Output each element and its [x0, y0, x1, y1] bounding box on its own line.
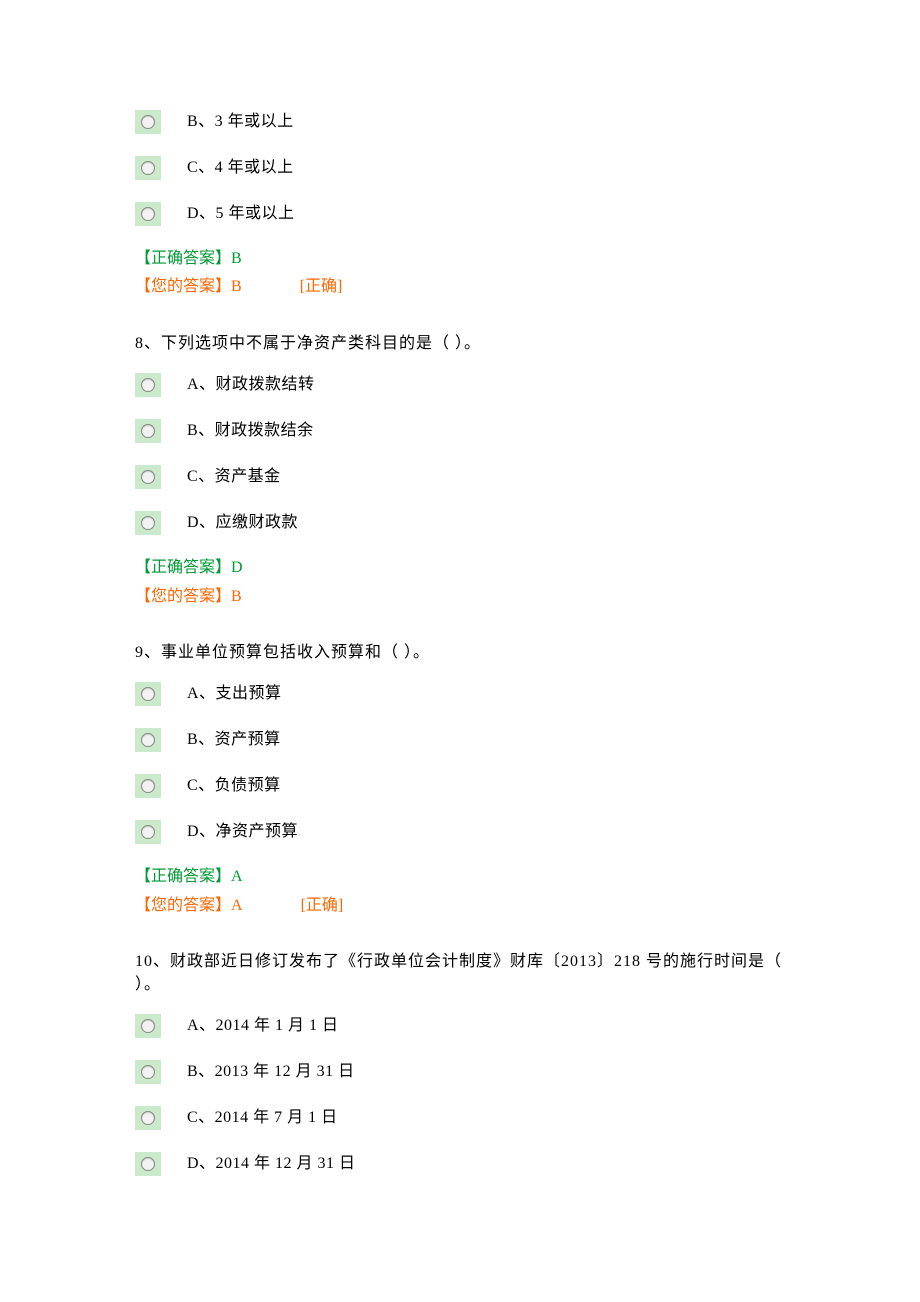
option-text: D、净资产预算 [187, 821, 298, 843]
your-label: 【您的答案】 [135, 897, 231, 914]
q7-option-d[interactable]: D、5 年或以上 [135, 202, 785, 226]
q8-option-b[interactable]: B、财政拨款结余 [135, 419, 785, 443]
your-value: B [231, 278, 242, 295]
radio-icon [135, 156, 161, 180]
radio-icon [135, 202, 161, 226]
correct-label: 【正确答案】 [135, 868, 231, 885]
correct-value: B [231, 250, 242, 267]
option-text: C、4 年或以上 [187, 157, 294, 179]
option-text: D、应缴财政款 [187, 512, 298, 534]
radio-icon [135, 1014, 161, 1038]
q10-option-d[interactable]: D、2014 年 12 月 31 日 [135, 1152, 785, 1176]
radio-icon [135, 820, 161, 844]
radio-icon [135, 511, 161, 535]
q10-option-a[interactable]: A、2014 年 1 月 1 日 [135, 1014, 785, 1038]
q8-stem: 8、下列选项中不属于净资产类科目的是（ ）。 [135, 333, 785, 355]
q9-option-a[interactable]: A、支出预算 [135, 682, 785, 706]
q8-your-answer: 【您的答案】B [135, 586, 785, 608]
option-text: C、负债预算 [187, 775, 281, 797]
q10-option-c[interactable]: C、2014 年 7 月 1 日 [135, 1106, 785, 1130]
q10-stem: 10、财政部近日修订发布了《行政单位会计制度》财库〔2013〕218 号的施行时… [135, 951, 785, 996]
radio-icon [135, 110, 161, 134]
answer-status: [正确] [301, 897, 344, 914]
radio-icon [135, 1106, 161, 1130]
your-label: 【您的答案】 [135, 588, 231, 605]
q9-your-answer: 【您的答案】A [正确] [135, 895, 785, 917]
q10-option-b[interactable]: B、2013 年 12 月 31 日 [135, 1060, 785, 1084]
q8-option-c[interactable]: C、资产基金 [135, 465, 785, 489]
radio-icon [135, 1060, 161, 1084]
option-text: D、5 年或以上 [187, 203, 295, 225]
option-text: C、资产基金 [187, 466, 281, 488]
radio-icon [135, 682, 161, 706]
option-text: B、财政拨款结余 [187, 420, 314, 442]
radio-icon [135, 728, 161, 752]
document-page: B、3 年或以上 C、4 年或以上 D、5 年或以上 【正确答案】B 【您的答案… [0, 0, 920, 1302]
q7-option-c[interactable]: C、4 年或以上 [135, 156, 785, 180]
option-text: B、2013 年 12 月 31 日 [187, 1061, 355, 1083]
radio-icon [135, 419, 161, 443]
option-text: A、支出预算 [187, 683, 282, 705]
option-text: A、财政拨款结转 [187, 374, 315, 396]
q7-correct-answer: 【正确答案】B [135, 248, 785, 270]
correct-label: 【正确答案】 [135, 250, 231, 267]
correct-value: D [231, 559, 243, 576]
option-text: A、2014 年 1 月 1 日 [187, 1015, 339, 1037]
q7-your-answer: 【您的答案】B [正确] [135, 276, 785, 298]
q9-option-b[interactable]: B、资产预算 [135, 728, 785, 752]
your-value: A [231, 897, 243, 914]
your-value: B [231, 588, 242, 605]
q9-option-d[interactable]: D、净资产预算 [135, 820, 785, 844]
q9-option-c[interactable]: C、负债预算 [135, 774, 785, 798]
option-text: B、3 年或以上 [187, 111, 294, 133]
your-label: 【您的答案】 [135, 278, 231, 295]
option-text: B、资产预算 [187, 729, 281, 751]
q8-option-d[interactable]: D、应缴财政款 [135, 511, 785, 535]
radio-icon [135, 1152, 161, 1176]
radio-icon [135, 373, 161, 397]
q8-correct-answer: 【正确答案】D [135, 557, 785, 579]
q7-option-b[interactable]: B、3 年或以上 [135, 110, 785, 134]
option-text: D、2014 年 12 月 31 日 [187, 1153, 356, 1175]
radio-icon [135, 465, 161, 489]
radio-icon [135, 774, 161, 798]
q8-option-a[interactable]: A、财政拨款结转 [135, 373, 785, 397]
correct-label: 【正确答案】 [135, 559, 231, 576]
correct-value: A [231, 868, 243, 885]
q9-correct-answer: 【正确答案】A [135, 866, 785, 888]
option-text: C、2014 年 7 月 1 日 [187, 1107, 338, 1129]
q9-stem: 9、事业单位预算包括收入预算和（ ）。 [135, 642, 785, 664]
answer-status: [正确] [300, 278, 343, 295]
